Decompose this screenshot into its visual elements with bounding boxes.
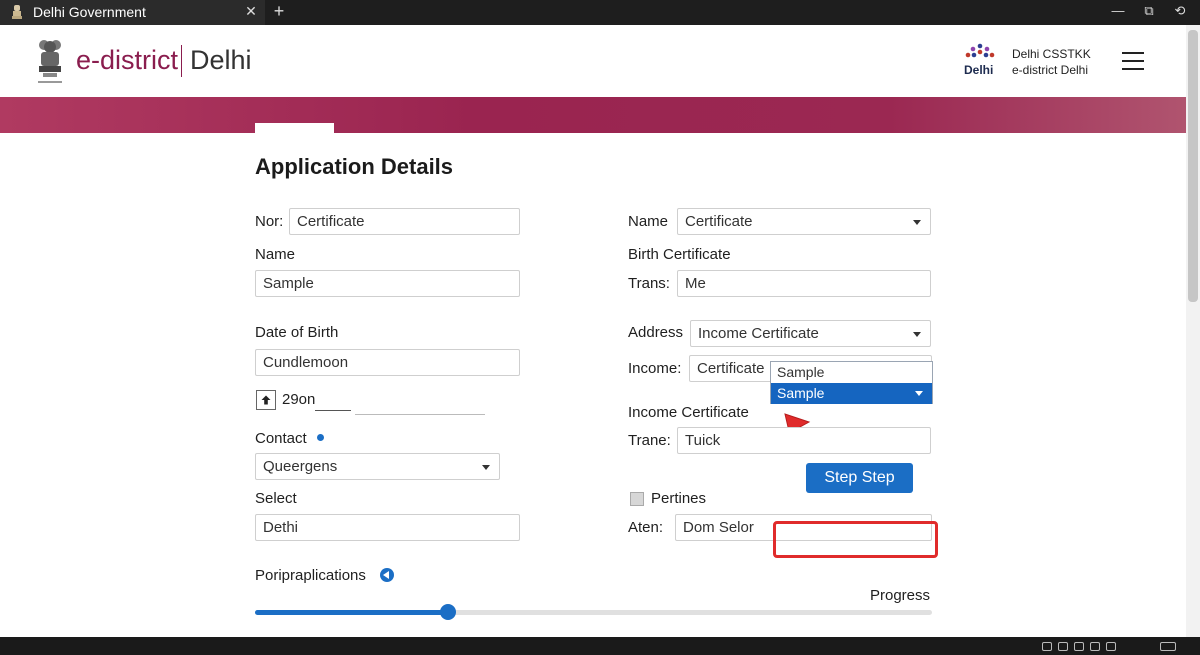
dob-extra-text: 29on bbox=[282, 391, 316, 408]
tray-icon[interactable] bbox=[1106, 642, 1116, 651]
address-select-value: Income Certificate bbox=[698, 325, 819, 342]
contact-label: Contact bbox=[255, 430, 307, 447]
right-name-select-value: Certificate bbox=[685, 213, 753, 230]
nor-label: Nor: bbox=[255, 213, 284, 230]
required-dot bbox=[317, 434, 324, 441]
progress-fill bbox=[255, 610, 448, 615]
dob-underline bbox=[315, 410, 351, 411]
close-tab-icon[interactable]: ✕ bbox=[244, 3, 258, 20]
progress-slider-handle[interactable] bbox=[440, 604, 456, 620]
hero-banner bbox=[0, 97, 1186, 133]
menu-bar bbox=[1122, 60, 1144, 62]
tray-icon[interactable] bbox=[1058, 642, 1068, 651]
name-label: Name bbox=[255, 246, 296, 263]
trans-label: Trans: bbox=[628, 275, 670, 292]
income-dropdown-list[interactable]: Sample Sample bbox=[770, 361, 933, 404]
pertines-label: Pertines bbox=[651, 490, 707, 507]
calendar-upload-icon[interactable] bbox=[256, 390, 276, 410]
dropdown-option-label: Sample bbox=[777, 385, 825, 401]
tab-title: Delhi Government bbox=[33, 4, 146, 20]
state-emblem-icon bbox=[38, 40, 62, 83]
back-icon[interactable]: ⟲ bbox=[1172, 3, 1188, 19]
nor-input[interactable]: Certificate bbox=[289, 208, 520, 235]
dropdown-option[interactable]: Sample bbox=[771, 362, 932, 383]
brand-name[interactable]: e-district bbox=[76, 45, 178, 76]
minimize-icon[interactable]: — bbox=[1110, 3, 1126, 18]
chevron-down-icon bbox=[913, 220, 921, 225]
scrollbar-thumb[interactable] bbox=[1188, 30, 1198, 302]
right-name-select[interactable]: Certificate bbox=[677, 208, 931, 235]
select-label: Select bbox=[255, 490, 297, 507]
tray-icon[interactable] bbox=[1042, 642, 1052, 651]
notification-icon[interactable] bbox=[1160, 642, 1176, 651]
aten-label: Aten: bbox=[628, 519, 664, 536]
dob-input[interactable]: Cundlemoon bbox=[255, 349, 520, 376]
browser-titlebar: Delhi Government ✕ + — ⧉ ⟲ bbox=[0, 0, 1200, 25]
menu-bar bbox=[1122, 52, 1144, 54]
restore-icon[interactable]: ⧉ bbox=[1141, 3, 1157, 19]
select-input[interactable]: Dethi bbox=[255, 514, 520, 541]
name-input[interactable]: Sample bbox=[255, 270, 520, 297]
contact-select-value: Queergens bbox=[263, 458, 338, 475]
browser-tab[interactable]: Delhi Government ✕ bbox=[0, 0, 265, 25]
dropdown-option-selected[interactable]: Sample bbox=[771, 383, 932, 404]
tray-icon[interactable] bbox=[1090, 642, 1100, 651]
chevron-down-icon bbox=[482, 465, 490, 470]
contact-select[interactable]: Queergens bbox=[255, 453, 500, 480]
chevron-down-icon bbox=[915, 391, 923, 396]
trane-label: Trane: bbox=[628, 432, 671, 449]
new-tab-icon[interactable]: + bbox=[271, 1, 287, 22]
menu-icon[interactable] bbox=[1122, 52, 1144, 70]
address-select[interactable]: Income Certificate bbox=[690, 320, 931, 347]
document-icon bbox=[630, 492, 644, 506]
dob-underline-secondary bbox=[355, 414, 485, 415]
header-subtitle: e-district Delhi bbox=[1012, 63, 1089, 77]
trans-input[interactable]: Me bbox=[677, 270, 931, 297]
play-back-icon[interactable] bbox=[380, 568, 394, 582]
site-header: e-district Delhi Delhi Delhi CSSTKK e-di… bbox=[0, 25, 1186, 97]
right-name-label: Name bbox=[628, 213, 669, 230]
income-certificate-label: Income Certificate bbox=[628, 404, 749, 421]
step-button[interactable]: Step Step bbox=[806, 463, 913, 493]
poripraplications-label: Poripraplications bbox=[255, 567, 366, 584]
delhi-logo-text: Delhi bbox=[964, 63, 994, 77]
tray-icon[interactable] bbox=[1074, 642, 1084, 651]
income-label: Income: bbox=[628, 360, 682, 377]
brand-city: Delhi bbox=[190, 45, 252, 75]
address-label: Address bbox=[628, 324, 684, 341]
header-org-name: Delhi CSSTKK bbox=[1012, 47, 1091, 61]
birth-certificate-label: Birth Certificate bbox=[628, 246, 731, 263]
progress-track[interactable] bbox=[255, 610, 932, 615]
trane-input[interactable]: Tuick bbox=[677, 427, 931, 454]
os-taskbar bbox=[0, 637, 1200, 655]
brand-divider bbox=[181, 45, 182, 77]
dob-label: Date of Birth bbox=[255, 324, 339, 341]
menu-bar bbox=[1122, 68, 1144, 70]
emblem-icon bbox=[12, 5, 22, 19]
chevron-down-icon bbox=[913, 332, 921, 337]
page-title: Application Details bbox=[255, 154, 454, 179]
highlight-box bbox=[773, 521, 938, 558]
banner-tab-notch bbox=[255, 123, 334, 133]
progress-label: Progress bbox=[870, 587, 931, 604]
